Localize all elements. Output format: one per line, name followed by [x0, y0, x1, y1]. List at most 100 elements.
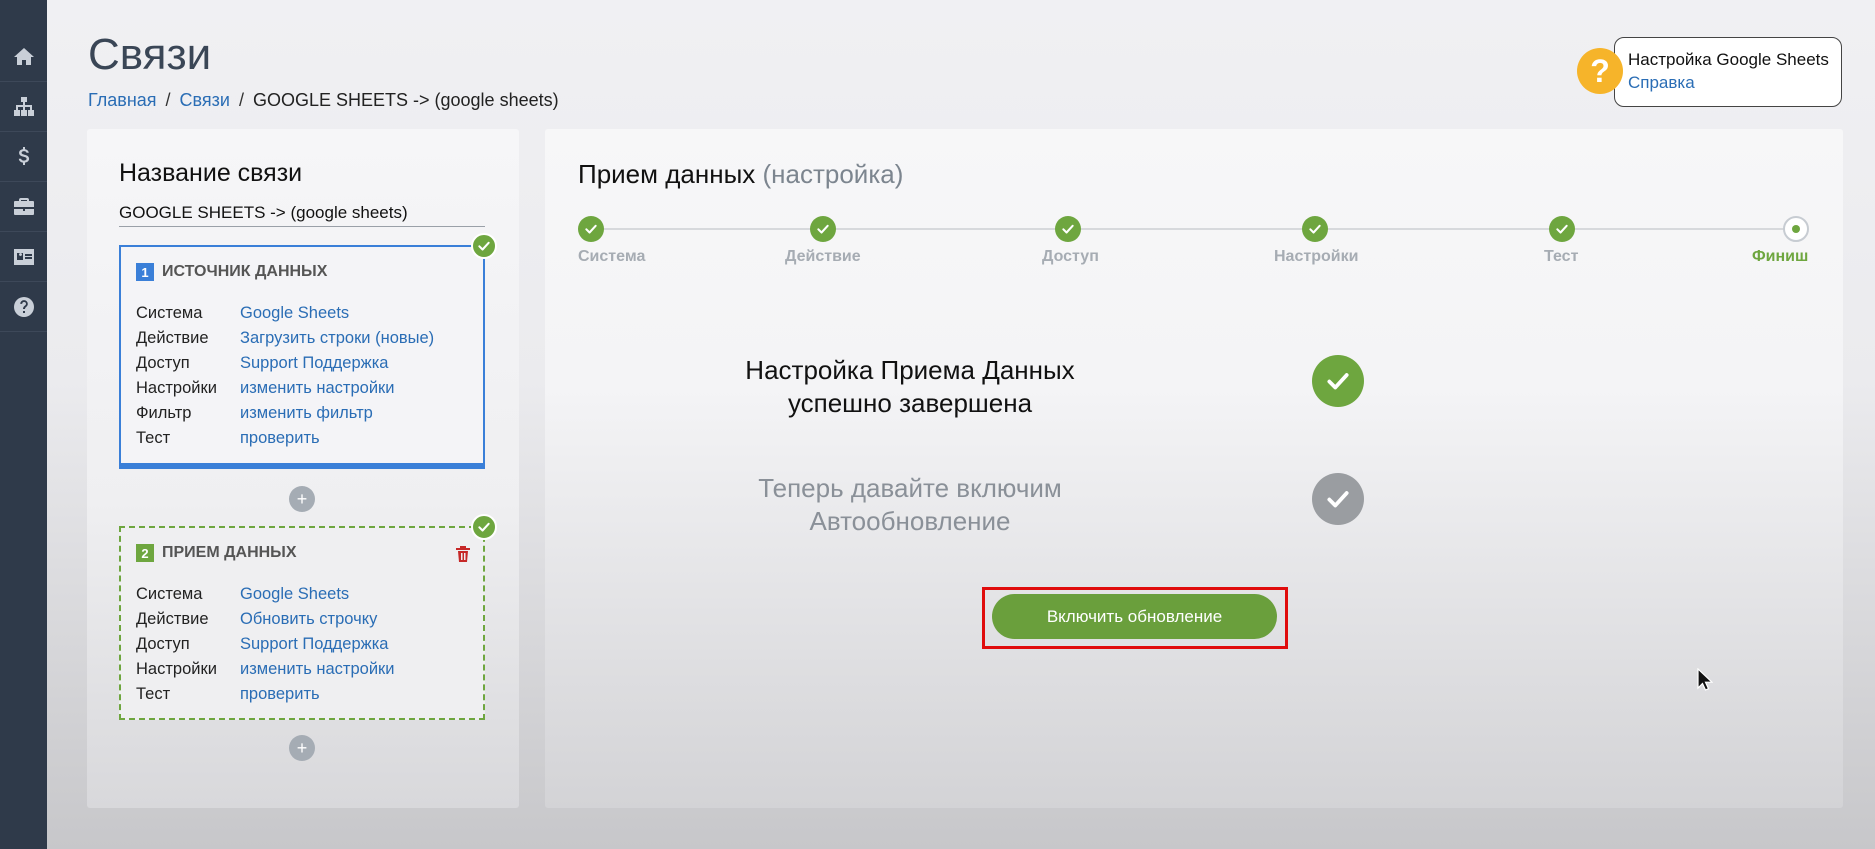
- autoupdate-prompt: Теперь давайте включим Автообновление: [700, 472, 1120, 538]
- destination-row-system: Система Google Sheets: [136, 582, 468, 607]
- current-step-icon: [1783, 216, 1809, 242]
- help-box[interactable]: Настройка Google Sheets Справка: [1614, 37, 1842, 107]
- row-link[interactable]: Google Sheets: [240, 304, 349, 323]
- connection-name-label: Название связи: [119, 159, 303, 187]
- source-row-access: Доступ Support Поддержка: [136, 351, 468, 376]
- destination-row-test: Тест проверить: [136, 682, 468, 707]
- row-key: Система: [136, 585, 203, 603]
- add-step-button[interactable]: +: [289, 486, 315, 512]
- row-link[interactable]: Загрузить строки (новые): [240, 329, 434, 348]
- row-key: Фильтр: [136, 404, 192, 422]
- sidebar-item-home[interactable]: [0, 32, 47, 82]
- check-icon: [810, 216, 836, 242]
- step-label: Действие: [785, 248, 861, 265]
- breadcrumb-separator: /: [238, 90, 244, 110]
- row-link[interactable]: изменить фильтр: [240, 404, 373, 423]
- row-key: Доступ: [136, 354, 190, 372]
- check-icon: [578, 216, 604, 242]
- breadcrumb-separator: /: [165, 90, 171, 110]
- source-row-settings: Настройки изменить настройки: [136, 376, 468, 401]
- step-label: Настройки: [1274, 248, 1359, 265]
- step-access[interactable]: Доступ: [1042, 216, 1162, 266]
- row-key: Доступ: [136, 635, 190, 653]
- setup-title: Прием данных (настройка): [578, 159, 903, 190]
- setup-title-main: Прием данных: [578, 159, 756, 189]
- breadcrumb-links[interactable]: Связи: [180, 90, 230, 111]
- message-line: успешно завершена: [787, 388, 1033, 418]
- source-row-action: Действие Загрузить строки (новые): [136, 326, 468, 351]
- connection-name-input[interactable]: GOOGLE SHEETS -> (google sheets): [119, 203, 485, 227]
- source-row-test: Тест проверить: [136, 426, 468, 451]
- row-link[interactable]: проверить: [240, 685, 320, 704]
- setup-title-sub: (настройка): [762, 159, 904, 189]
- briefcase-icon: [13, 197, 34, 215]
- dollar-icon: [18, 146, 29, 165]
- sidebar-item-billing[interactable]: [0, 132, 47, 182]
- source-card[interactable]: 1 ИСТОЧНИК ДАННЫХ Система Google Sheets Д…: [119, 245, 485, 469]
- check-icon: [1549, 216, 1575, 242]
- enable-update-button[interactable]: Включить обновление: [992, 594, 1277, 639]
- row-link[interactable]: Support Поддержка: [240, 635, 388, 654]
- row-key: Действие: [136, 610, 209, 628]
- step-label: Система: [578, 248, 646, 265]
- destination-number: 2: [136, 544, 154, 562]
- setup-panel: Прием данных (настройка) Система Действи…: [545, 129, 1843, 808]
- step-system[interactable]: Система: [578, 216, 698, 266]
- message-line: Автообновление: [809, 506, 1011, 536]
- step-label: Финиш: [1752, 248, 1809, 265]
- row-link[interactable]: проверить: [240, 429, 320, 448]
- destination-card-header: 2 ПРИЕМ ДАННЫХ: [136, 544, 468, 562]
- destination-row-access: Доступ Support Поддержка: [136, 632, 468, 657]
- source-number: 1: [136, 263, 154, 281]
- row-key: Тест: [136, 429, 171, 447]
- connection-panel: Название связи GOOGLE SHEETS -> (google …: [87, 129, 519, 808]
- sidebar-item-structure[interactable]: [0, 82, 47, 132]
- sidebar-item-profile[interactable]: [0, 232, 47, 282]
- row-link[interactable]: Обновить строчку: [240, 610, 377, 629]
- help-circle-icon: [13, 296, 34, 317]
- row-key: Настройки: [136, 660, 217, 678]
- breadcrumb-home[interactable]: Главная: [88, 90, 157, 111]
- row-key: Настройки: [136, 379, 217, 397]
- mouse-cursor-icon: [1697, 668, 1713, 691]
- check-icon: [1055, 216, 1081, 242]
- message-line: Теперь давайте включим: [758, 473, 1062, 503]
- step-test[interactable]: Тест: [1544, 216, 1664, 266]
- home-icon: [13, 47, 34, 65]
- destination-row-settings: Настройки изменить настройки: [136, 657, 468, 682]
- row-key: Действие: [136, 329, 209, 347]
- source-complete-check-icon: [471, 233, 497, 259]
- sidebar-item-tools[interactable]: [0, 182, 47, 232]
- destination-card[interactable]: 2 ПРИЕМ ДАННЫХ Система Google Sheets Дейс…: [119, 526, 485, 720]
- row-link[interactable]: изменить настройки: [240, 660, 394, 679]
- add-step-button[interactable]: +: [289, 735, 315, 761]
- step-label: Тест: [1544, 248, 1579, 265]
- source-row-system: Система Google Sheets: [136, 301, 468, 326]
- destination-rows: Система Google Sheets Действие Обновить ст…: [136, 582, 468, 707]
- trash-icon[interactable]: [455, 545, 471, 563]
- step-finish[interactable]: Финиш: [1752, 216, 1872, 266]
- sidebar-item-help[interactable]: [0, 282, 47, 332]
- pending-check-icon: [1312, 473, 1364, 525]
- source-rows: Система Google Sheets Действие Загрузить с…: [136, 301, 468, 451]
- help-link[interactable]: Справка: [1628, 73, 1841, 93]
- sitemap-icon: [13, 96, 34, 116]
- destination-complete-check-icon: [471, 514, 497, 540]
- sidebar: [0, 0, 47, 849]
- row-link[interactable]: изменить настройки: [240, 379, 394, 398]
- row-link[interactable]: Google Sheets: [240, 585, 349, 604]
- message-line: Настройка Приема Данных: [745, 355, 1075, 385]
- row-link[interactable]: Support Поддержка: [240, 354, 388, 373]
- destination-title: ПРИЕМ ДАННЫХ: [162, 544, 297, 561]
- row-key: Система: [136, 304, 203, 322]
- page-title: Связи: [88, 30, 212, 79]
- step-action[interactable]: Действие: [785, 216, 905, 266]
- step-settings[interactable]: Настройки: [1274, 216, 1394, 266]
- question-icon[interactable]: ?: [1577, 48, 1623, 94]
- source-card-header: 1 ИСТОЧНИК ДАННЫХ: [136, 263, 468, 281]
- source-title: ИСТОЧНИК ДАННЫХ: [162, 263, 328, 280]
- source-row-filter: Фильтр изменить фильтр: [136, 401, 468, 426]
- id-card-icon: [13, 248, 34, 265]
- check-icon: [1302, 216, 1328, 242]
- row-key: Тест: [136, 685, 171, 703]
